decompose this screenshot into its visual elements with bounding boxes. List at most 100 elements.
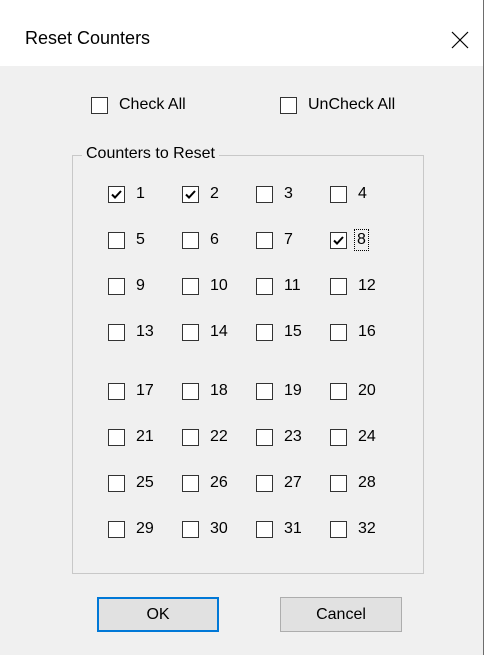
uncheck-all-box[interactable] [280, 96, 297, 114]
counter-checkbox-box[interactable] [108, 474, 125, 492]
counters-group-box [72, 155, 424, 574]
counters-group-label: Counters to Reset [82, 145, 219, 163]
counter-checkbox-box[interactable] [330, 428, 347, 446]
counter-checkbox-box[interactable] [108, 231, 125, 249]
counter-checkbox-label: 6 [210, 231, 219, 248]
counter-checkbox-11[interactable]: 11 [256, 275, 301, 297]
counter-checkbox-25[interactable]: 25 [108, 472, 154, 494]
counter-checkbox-box[interactable] [182, 323, 199, 341]
counter-checkbox-12[interactable]: 12 [330, 275, 376, 297]
counter-checkbox-15[interactable]: 15 [256, 321, 302, 343]
check-all-checkbox[interactable]: Check All [91, 94, 186, 116]
ok-button[interactable]: OK [97, 597, 219, 632]
counter-checkbox-label: 23 [284, 428, 302, 445]
counter-checkbox-box[interactable] [330, 185, 347, 203]
counter-checkbox-17[interactable]: 17 [108, 380, 154, 402]
counter-checkbox-label: 28 [358, 474, 376, 491]
counter-checkbox-1[interactable]: 1 [108, 183, 145, 205]
counter-checkbox-label: 14 [210, 323, 228, 340]
counter-checkbox-box[interactable] [256, 428, 273, 446]
counter-checkbox-13[interactable]: 13 [108, 321, 154, 343]
reset-counters-dialog: Reset Counters Check All UnCheck All Cou… [0, 0, 484, 655]
counter-checkbox-box[interactable] [330, 474, 347, 492]
counter-checkbox-label: 9 [136, 277, 145, 294]
counter-checkbox-box[interactable] [182, 382, 199, 400]
counter-checkbox-21[interactable]: 21 [108, 426, 154, 448]
counter-checkbox-7[interactable]: 7 [256, 229, 293, 251]
counter-checkbox-label: 5 [136, 231, 145, 248]
counter-checkbox-box[interactable] [108, 520, 125, 538]
counter-checkbox-label: 1 [136, 185, 145, 202]
counter-checkbox-26[interactable]: 26 [182, 472, 228, 494]
counter-checkbox-32[interactable]: 32 [330, 518, 376, 540]
counter-checkbox-box[interactable] [330, 231, 347, 249]
counter-checkbox-5[interactable]: 5 [108, 229, 145, 251]
counter-checkbox-box[interactable] [182, 277, 199, 295]
counter-checkbox-22[interactable]: 22 [182, 426, 228, 448]
counter-checkbox-box[interactable] [256, 277, 273, 295]
counter-checkbox-2[interactable]: 2 [182, 183, 219, 205]
counter-checkbox-box[interactable] [108, 277, 125, 295]
counter-checkbox-31[interactable]: 31 [256, 518, 302, 540]
counter-checkbox-18[interactable]: 18 [182, 380, 228, 402]
check-mark-icon [333, 235, 344, 245]
counter-checkbox-label: 27 [284, 474, 302, 491]
counter-checkbox-box[interactable] [108, 428, 125, 446]
counter-checkbox-box[interactable] [256, 231, 273, 249]
counter-checkbox-20[interactable]: 20 [330, 380, 376, 402]
uncheck-all-checkbox[interactable]: UnCheck All [280, 94, 395, 116]
counter-checkbox-box[interactable] [330, 277, 347, 295]
counter-checkbox-box[interactable] [256, 474, 273, 492]
counter-checkbox-8[interactable]: 8 [330, 229, 369, 251]
counter-checkbox-box[interactable] [182, 231, 199, 249]
counter-checkbox-box[interactable] [182, 428, 199, 446]
counter-checkbox-label: 8 [354, 229, 369, 251]
counter-checkbox-box[interactable] [182, 520, 199, 538]
counter-checkbox-label: 31 [284, 520, 302, 537]
counter-checkbox-box[interactable] [256, 323, 273, 341]
counter-checkbox-4[interactable]: 4 [330, 183, 367, 205]
counter-checkbox-3[interactable]: 3 [256, 183, 293, 205]
counter-checkbox-label: 19 [284, 382, 302, 399]
counter-checkbox-28[interactable]: 28 [330, 472, 376, 494]
counter-checkbox-box[interactable] [182, 474, 199, 492]
counter-checkbox-box[interactable] [108, 323, 125, 341]
counter-checkbox-label: 13 [136, 323, 154, 340]
counter-checkbox-label: 17 [136, 382, 154, 399]
counter-checkbox-6[interactable]: 6 [182, 229, 219, 251]
check-mark-icon [111, 189, 122, 199]
counter-checkbox-box[interactable] [108, 382, 125, 400]
counter-checkbox-box[interactable] [182, 185, 199, 203]
counter-checkbox-29[interactable]: 29 [108, 518, 154, 540]
counter-checkbox-23[interactable]: 23 [256, 426, 302, 448]
counter-checkbox-16[interactable]: 16 [330, 321, 376, 343]
close-button[interactable] [437, 16, 483, 64]
counter-checkbox-label: 16 [358, 323, 376, 340]
counter-checkbox-label: 25 [136, 474, 154, 491]
counter-checkbox-label: 26 [210, 474, 228, 491]
counter-checkbox-box[interactable] [330, 520, 347, 538]
counter-checkbox-box[interactable] [330, 382, 347, 400]
counter-checkbox-box[interactable] [256, 520, 273, 538]
counter-checkbox-box[interactable] [330, 323, 347, 341]
counter-checkbox-label: 24 [358, 428, 376, 445]
counter-checkbox-24[interactable]: 24 [330, 426, 376, 448]
counter-checkbox-30[interactable]: 30 [182, 518, 228, 540]
counter-checkbox-box[interactable] [256, 185, 273, 203]
counter-checkbox-14[interactable]: 14 [182, 321, 228, 343]
counter-checkbox-label: 12 [358, 277, 376, 294]
counter-checkbox-10[interactable]: 10 [182, 275, 228, 297]
counter-checkbox-box[interactable] [108, 185, 125, 203]
close-icon [451, 31, 469, 49]
counter-checkbox-27[interactable]: 27 [256, 472, 302, 494]
check-all-label: Check All [119, 96, 186, 113]
counter-checkbox-label: 10 [210, 277, 228, 294]
counter-checkbox-19[interactable]: 19 [256, 380, 302, 402]
counter-checkbox-box[interactable] [256, 382, 273, 400]
counter-checkbox-9[interactable]: 9 [108, 275, 145, 297]
check-all-box[interactable] [91, 96, 108, 114]
counter-checkbox-label: 11 [284, 277, 301, 294]
check-mark-icon [185, 189, 196, 199]
title-bar: Reset Counters [0, 0, 483, 66]
cancel-button[interactable]: Cancel [280, 597, 402, 632]
